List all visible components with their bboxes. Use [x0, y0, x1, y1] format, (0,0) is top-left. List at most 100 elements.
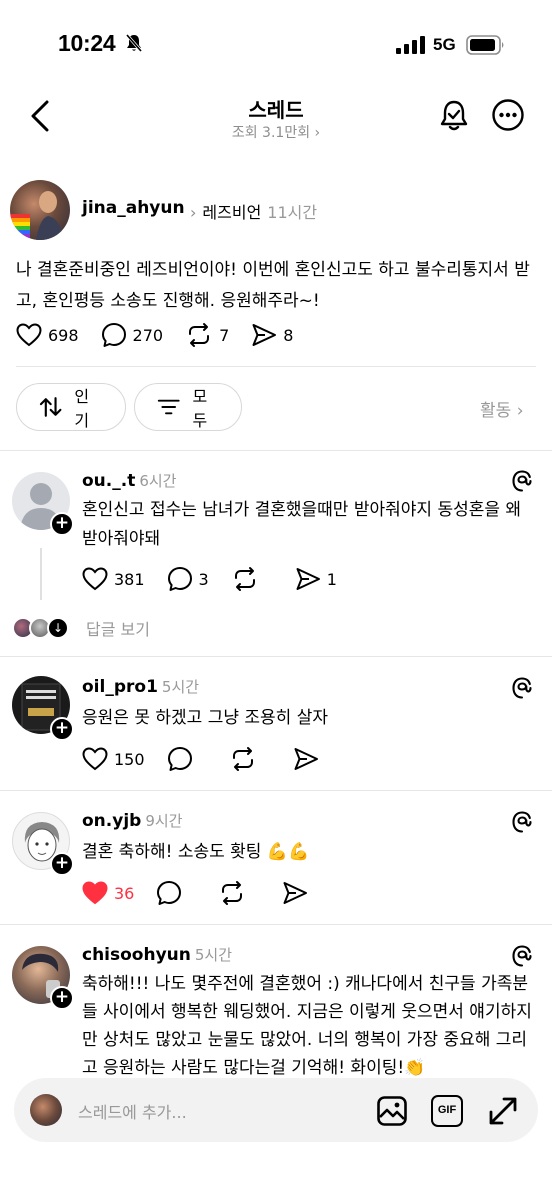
- like-button[interactable]: 36: [82, 881, 134, 905]
- like-button[interactable]: 698: [16, 323, 79, 347]
- like-count: 698: [48, 325, 79, 345]
- header: 스레드 조회 3.1만회 ›: [0, 90, 552, 150]
- comment-icon: [157, 881, 182, 905]
- gif-button[interactable]: GIF: [431, 1095, 463, 1127]
- share-count: 1: [326, 569, 337, 589]
- post-body: 나 결혼준비중인 레즈비언이야! 이번에 혼인신고도 하고 불수리통지서 받고,…: [16, 260, 530, 311]
- comment-count: 3: [198, 569, 209, 589]
- chevron-right-icon: ›: [190, 203, 197, 222]
- threads-logo-icon[interactable]: [510, 469, 534, 493]
- share-button[interactable]: 1: [295, 567, 337, 591]
- image-icon[interactable]: [376, 1095, 408, 1127]
- filter-label: 모두: [192, 387, 208, 430]
- more-options-icon[interactable]: [491, 98, 525, 132]
- share-count: 8: [283, 325, 294, 345]
- post-meta: › 레즈비언 11시간: [190, 199, 317, 223]
- sort-label: 인기: [74, 387, 90, 430]
- sort-arrows-icon: [39, 397, 62, 417]
- comment-icon: [167, 747, 192, 771]
- notification-bell-icon[interactable]: [436, 98, 472, 134]
- divider: [0, 656, 552, 657]
- composer-input[interactable]: 스레드에 추가...: [78, 1099, 187, 1123]
- share-button[interactable]: 8: [251, 323, 293, 347]
- like-count: 150: [114, 749, 145, 769]
- status-time: 10:24: [58, 30, 116, 56]
- like-button[interactable]: 381: [82, 567, 145, 591]
- expand-replies-icon[interactable]: ↓: [47, 617, 69, 639]
- bell-off-icon: [125, 34, 143, 52]
- reply-username-text: chisoohyun: [82, 945, 191, 965]
- rainbow-flag-icon: [10, 191, 64, 240]
- reply-username[interactable]: on.yjb 9시간: [82, 810, 182, 831]
- reply-actions: 36: [82, 880, 336, 906]
- divider: [16, 366, 536, 367]
- like-count: 36: [114, 883, 135, 903]
- threads-logo-icon[interactable]: [510, 810, 534, 834]
- follow-plus-button[interactable]: +: [50, 512, 74, 536]
- reply-composer[interactable]: 스레드에 추가... GIF: [14, 1078, 538, 1142]
- home-indicator-area: [0, 1150, 552, 1200]
- reply-time: 5시간: [194, 946, 233, 964]
- reply-time: 6시간: [139, 472, 177, 490]
- reply-username-text: oil_pro1: [82, 677, 158, 697]
- threads-logo-icon[interactable]: [510, 944, 534, 968]
- status-bar: 10:24 5G: [0, 0, 552, 90]
- comment-button[interactable]: 3: [167, 566, 209, 592]
- post-topic[interactable]: 레즈비언: [202, 203, 261, 222]
- reply-body: 응원은 못 하겠고 그냥 조용히 살자: [82, 708, 328, 728]
- post-author-username[interactable]: jina_ahyun: [82, 198, 185, 218]
- divider: [0, 924, 552, 925]
- battery-icon: [466, 35, 504, 55]
- signal-icon: [396, 36, 425, 54]
- reply-username[interactable]: oil_pro1 5시간: [82, 676, 199, 697]
- share-button[interactable]: [282, 881, 314, 905]
- divider: [0, 790, 552, 791]
- network-label: 5G: [433, 35, 456, 54]
- post-actions: 698 270 7 8: [16, 322, 315, 348]
- follow-plus-button[interactable]: +: [50, 852, 74, 876]
- sort-popular-button[interactable]: 인기: [16, 383, 126, 431]
- my-avatar: [30, 1094, 62, 1126]
- activity-label: 활동: [480, 401, 512, 421]
- follow-plus-button[interactable]: +: [50, 986, 74, 1010]
- post-time: 11시간: [267, 203, 318, 222]
- reply-body: 결혼 축하해! 소송도 홧팅 💪💪: [82, 842, 310, 862]
- heart-icon: [82, 747, 108, 771]
- send-icon: [283, 882, 308, 904]
- reply-username[interactable]: ou._.t 6시간: [82, 470, 176, 491]
- comment-button[interactable]: [167, 746, 199, 772]
- repost-button[interactable]: [229, 746, 263, 772]
- like-count: 381: [114, 569, 145, 589]
- send-icon: [296, 568, 320, 590]
- divider: [0, 450, 552, 451]
- send-icon: [294, 748, 318, 770]
- reply-time: 9시간: [145, 812, 183, 830]
- reply-username-text: on.yjb: [82, 811, 142, 831]
- reply-username[interactable]: chisoohyun 5시간: [82, 944, 232, 965]
- like-button[interactable]: 150: [82, 747, 145, 771]
- repost-icon: [222, 881, 243, 905]
- send-icon: [252, 324, 277, 346]
- see-replies-link[interactable]: 답글 보기: [86, 616, 150, 640]
- heart-filled-icon: [82, 881, 108, 905]
- repost-icon: [232, 747, 253, 771]
- repost-icon: [189, 323, 210, 347]
- follow-plus-button[interactable]: +: [50, 717, 74, 741]
- heart-icon: [82, 567, 108, 591]
- repost-button[interactable]: [231, 566, 265, 592]
- repost-button[interactable]: [218, 880, 252, 906]
- comment-icon: [101, 323, 126, 347]
- share-button[interactable]: [293, 747, 325, 771]
- expand-icon[interactable]: [487, 1095, 519, 1127]
- filter-all-button[interactable]: 모두: [134, 383, 242, 431]
- activity-link[interactable]: 활동 ›: [480, 396, 524, 421]
- repost-button[interactable]: 7: [185, 322, 229, 348]
- heart-icon: [16, 323, 42, 347]
- reply-actions: 150: [82, 746, 347, 772]
- repost-icon: [234, 567, 255, 591]
- threads-logo-icon[interactable]: [510, 676, 534, 700]
- comment-button[interactable]: [156, 880, 188, 906]
- filter-lines-icon: [157, 399, 180, 415]
- comment-button[interactable]: 270: [101, 322, 163, 348]
- post-author-avatar[interactable]: [10, 180, 70, 240]
